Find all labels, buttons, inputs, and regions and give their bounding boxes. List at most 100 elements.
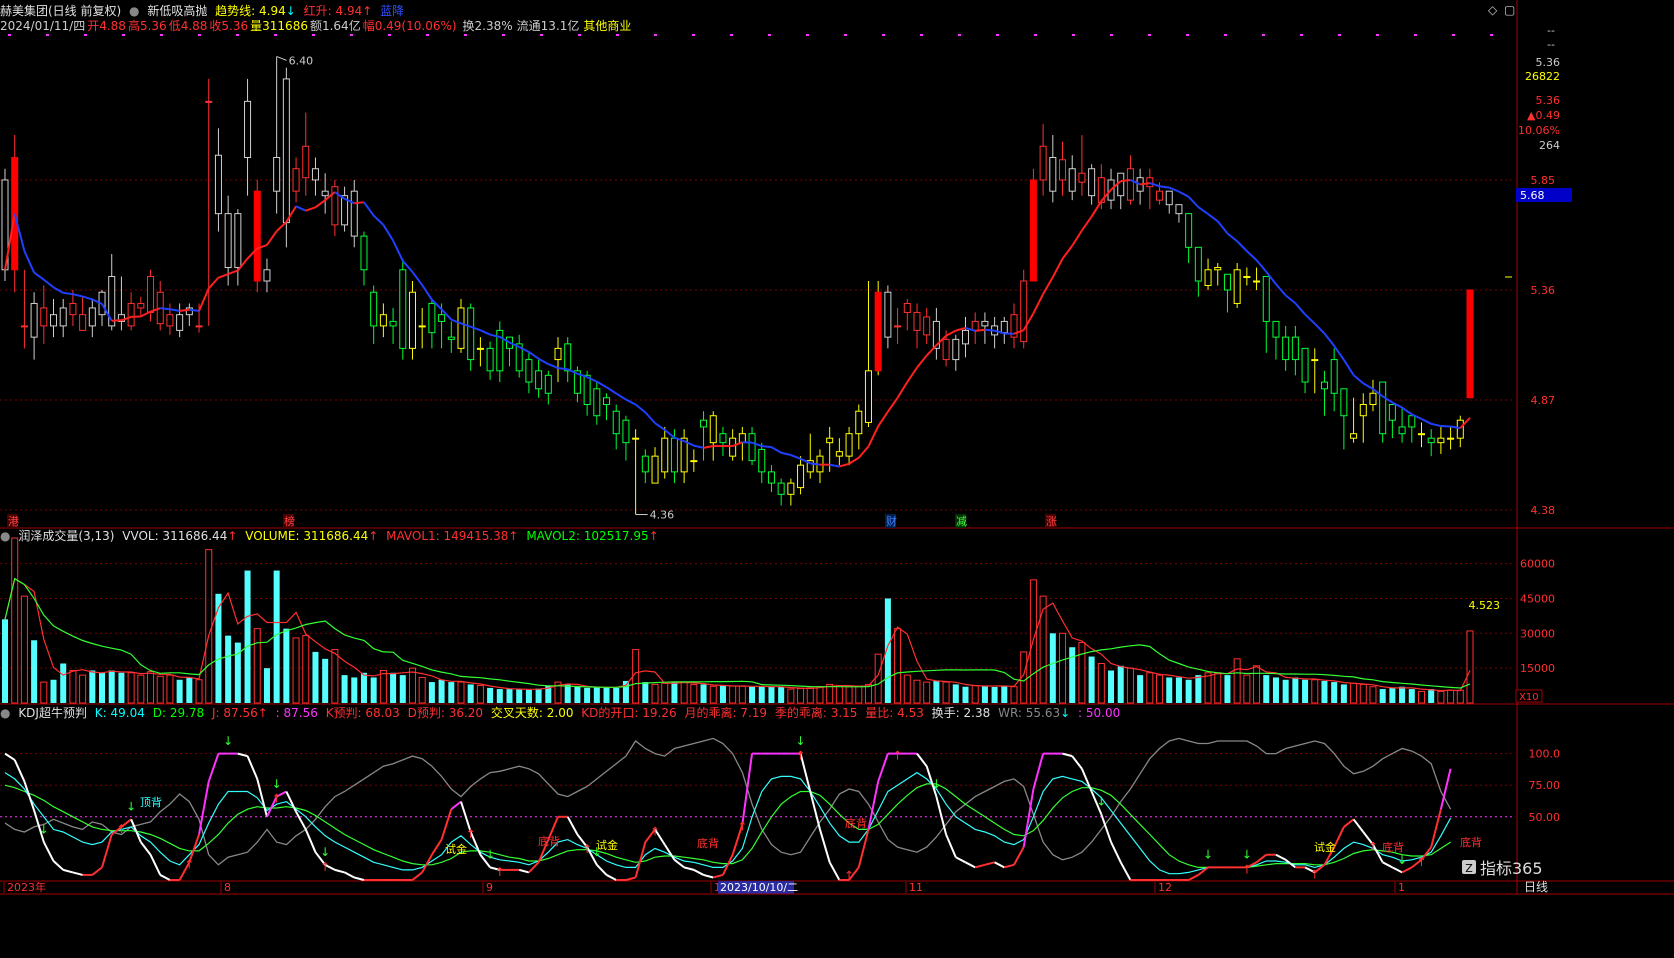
- label-dibei-1: 底背: [538, 834, 560, 848]
- candle-body: [1427, 437, 1435, 444]
- low-annotation: 4.36: [650, 509, 675, 522]
- signal-dot: [388, 34, 391, 36]
- volume-bar: [457, 681, 465, 704]
- quote-date: 2024/01/11/四: [0, 19, 86, 33]
- marker-hk: 港: [8, 515, 19, 528]
- kdj-vol-ratio: 量比: 4.53: [865, 706, 924, 720]
- signal-dot: [426, 34, 429, 36]
- volume-bar: [729, 685, 737, 704]
- candle-body: [787, 482, 795, 495]
- volume-indicator-name[interactable]: 润泽成交量(3,13): [18, 529, 114, 543]
- candle-body: [263, 269, 271, 282]
- candle-body: [767, 471, 775, 484]
- indicator-name[interactable]: 新低吸高抛: [147, 4, 207, 18]
- mavol1-arrow: ↑: [508, 529, 519, 543]
- sell-arrow-icon: ↓: [126, 800, 136, 814]
- candle-body: [282, 78, 290, 224]
- kdj-month: 月的乖离: 7.19: [684, 706, 768, 720]
- candle-body: [564, 343, 572, 372]
- volume-bar: [331, 649, 339, 704]
- volume-side-value: 4.523: [1469, 599, 1501, 612]
- signal-dot: [84, 34, 87, 36]
- kdj-kd-open: KD的开口: 19.26: [581, 706, 677, 720]
- volume-bar: [186, 677, 193, 703]
- high-annotation: 6.40: [289, 54, 314, 67]
- candle-body: [525, 359, 533, 383]
- volume-bar: [1447, 689, 1455, 704]
- candle-body: [176, 314, 184, 331]
- candle-body: [59, 307, 67, 327]
- chart-svg[interactable]: 5.855.364.874.386.404.36港榜财减涨◇ ▢----5.362…: [0, 0, 1674, 958]
- volume-bar: [322, 658, 329, 703]
- sell-arrow-icon: ↓: [1096, 795, 1106, 809]
- signal-dot: [350, 34, 353, 36]
- candle-body: [389, 320, 397, 327]
- signal-dot: [958, 34, 961, 36]
- kdj-j: J: 87.56: [212, 706, 258, 720]
- candle-body: [1068, 168, 1076, 192]
- volume-bar: [263, 668, 270, 703]
- candle-body: [476, 347, 484, 350]
- kdj-turnover: 换手: 2.38: [931, 706, 991, 720]
- volume-bar: [1243, 674, 1251, 704]
- candle-body: [40, 307, 48, 327]
- volume-bar: [874, 653, 882, 704]
- candle-body: [1126, 168, 1134, 201]
- trend-line-segment: [63, 291, 74, 296]
- candle-body: [651, 455, 659, 484]
- volume-bar: [1069, 647, 1076, 703]
- volume-bar: [438, 679, 445, 703]
- volume-bar: [176, 679, 183, 703]
- volume-tick-label: 15000: [1520, 662, 1555, 675]
- candle-body: [1340, 388, 1348, 417]
- volume-bar: [351, 677, 358, 703]
- mavol2-arrow: ↑: [648, 529, 659, 543]
- volume-bar: [1408, 689, 1415, 703]
- buy-arrow-icon: ↑: [1416, 855, 1426, 869]
- candle-body: [1020, 280, 1028, 343]
- signal-dot: [1338, 34, 1341, 36]
- candle-body: [777, 482, 785, 495]
- candle-body: [661, 437, 669, 473]
- candle-body: [709, 415, 717, 444]
- candle-body: [593, 388, 601, 417]
- volume-bar: [749, 686, 756, 703]
- red-up-arrow: ↑: [362, 4, 373, 18]
- volume-bar: [1350, 682, 1358, 704]
- quote-industry[interactable]: 其他商业: [583, 19, 631, 33]
- candle-body: [418, 325, 426, 328]
- label-shijin-3: 试金: [1314, 840, 1336, 854]
- volume-bar: [1195, 675, 1202, 703]
- sell-arrow-icon: ↓: [1242, 848, 1252, 862]
- volume-bar: [535, 688, 542, 703]
- volume-bar: [476, 685, 484, 704]
- diamond-icon: ◇: [1488, 3, 1498, 17]
- right-dash-1: --: [1547, 24, 1555, 37]
- kdj-season: 季的乖离: 3.15: [774, 706, 858, 720]
- trend-line-segment: [160, 307, 171, 311]
- label-dibei-4: 底背: [1382, 840, 1404, 854]
- buy-arrow-icon: ↑: [466, 827, 476, 841]
- signal-dot: [692, 34, 695, 36]
- candle-body: [79, 314, 87, 331]
- candle-body: [370, 291, 378, 327]
- candle-body: [845, 433, 853, 457]
- kdj-indicator-name[interactable]: KDJ超牛预判: [18, 706, 87, 720]
- candle-body: [680, 437, 688, 473]
- kdj-dpre: D预判: 36.20: [407, 706, 484, 720]
- sell-arrow-icon: ↓: [796, 734, 806, 748]
- candle-body: [311, 168, 319, 181]
- candle-body: [1165, 190, 1173, 206]
- quote-float: 流通13.1亿: [516, 19, 580, 33]
- volume-bar: [379, 669, 387, 704]
- volume-bar: [1156, 674, 1164, 704]
- price-tick-label: 5.85: [1531, 174, 1556, 187]
- candle-body: [913, 311, 921, 331]
- stock-name[interactable]: 赫美集团(日线 前复权): [0, 4, 121, 18]
- vvol-arrow: ↑: [227, 529, 238, 543]
- candle-body: [864, 370, 872, 423]
- volume-bar: [855, 685, 863, 704]
- mavol1-value: MAVOL1: 149415.38: [386, 529, 509, 543]
- signal-dot: [1300, 34, 1303, 36]
- volume-value: VOLUME: 311686.44: [245, 529, 369, 543]
